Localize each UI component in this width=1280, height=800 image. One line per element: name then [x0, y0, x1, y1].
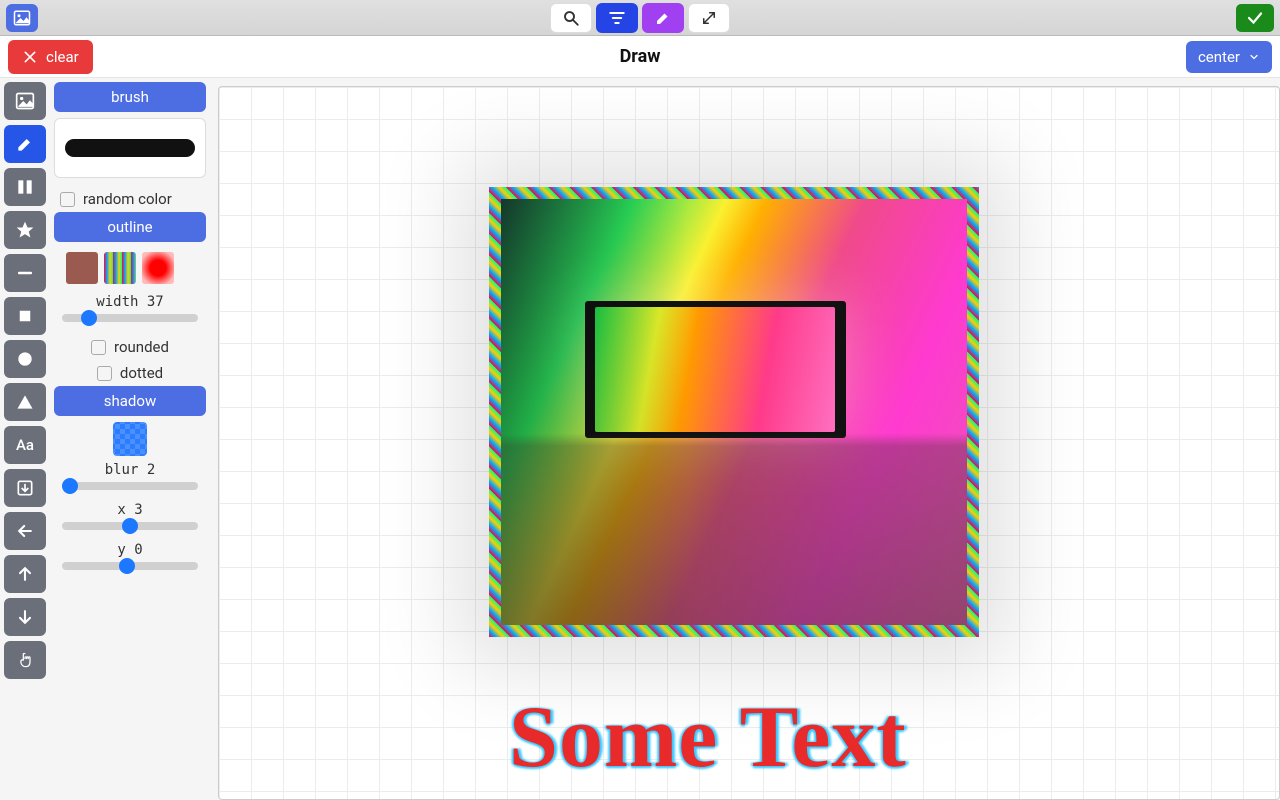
outline-pattern-swatch[interactable]: [104, 252, 136, 284]
checkbox-icon: [91, 340, 106, 355]
outline-swatch-row: [54, 248, 206, 288]
triangle-icon: [15, 392, 35, 412]
logo-button[interactable]: [6, 4, 38, 32]
side-panel: brush random color outline width 37 roun…: [50, 78, 210, 800]
brush-preview[interactable]: [54, 118, 206, 178]
secondary-bar: clear Draw center: [0, 36, 1280, 78]
pointer-icon: [15, 650, 35, 670]
download-tool[interactable]: [4, 469, 46, 507]
main-area: Aa brush random color outline width 37 r…: [0, 78, 1280, 800]
search-button[interactable]: [550, 3, 592, 33]
tv-graphic: [585, 301, 846, 437]
expand-icon: [700, 9, 718, 27]
filter-icon: [607, 8, 627, 28]
outline-color-swatch[interactable]: [66, 252, 98, 284]
download-icon: [15, 478, 35, 498]
align-dropdown[interactable]: center: [1186, 41, 1272, 73]
down-tool[interactable]: [4, 598, 46, 636]
shadow-header: shadow: [54, 386, 206, 416]
x-label: x 3: [54, 502, 206, 518]
expand-button[interactable]: [688, 3, 730, 33]
slider-thumb[interactable]: [81, 310, 97, 326]
tool-rail: Aa: [0, 78, 50, 800]
minus-icon: [15, 263, 35, 283]
close-icon: [22, 49, 38, 65]
back-tool[interactable]: [4, 512, 46, 550]
draw-mode-button[interactable]: [642, 3, 684, 33]
arrow-up-icon: [15, 564, 35, 584]
align-dropdown-label: center: [1198, 48, 1240, 66]
blur-slider[interactable]: [62, 482, 198, 490]
slider-thumb[interactable]: [62, 478, 78, 494]
arrow-down-icon: [15, 607, 35, 627]
check-icon: [1245, 9, 1265, 27]
x-slider[interactable]: [62, 522, 198, 530]
random-color-label: random color: [83, 190, 172, 208]
confirm-button[interactable]: [1236, 4, 1274, 32]
topbar-center-controls: [550, 3, 730, 33]
dotted-checkbox[interactable]: dotted: [54, 360, 206, 386]
checkbox-icon: [97, 366, 112, 381]
checkbox-icon: [60, 192, 75, 207]
shadow-color-swatch[interactable]: [113, 422, 147, 456]
columns-icon: [15, 177, 35, 197]
picture-icon: [14, 91, 36, 111]
rounded-label: rounded: [114, 338, 169, 356]
canvas-wrapper: Some Text: [210, 78, 1280, 800]
width-label: width 37: [54, 294, 206, 310]
columns-tool[interactable]: [4, 168, 46, 206]
width-slider[interactable]: [62, 314, 198, 322]
slider-thumb[interactable]: [119, 558, 135, 574]
square-icon: [16, 307, 34, 325]
page-title: Draw: [620, 46, 661, 67]
image-tool[interactable]: [4, 82, 46, 120]
outline-header: outline: [54, 212, 206, 242]
pointer-tool[interactable]: [4, 641, 46, 679]
rounded-checkbox[interactable]: rounded: [54, 334, 206, 360]
arrow-left-icon: [15, 521, 35, 541]
clear-button[interactable]: clear: [8, 40, 93, 74]
slider-thumb[interactable]: [122, 518, 138, 534]
search-icon: [562, 9, 580, 27]
circle-tool[interactable]: [4, 340, 46, 378]
canvas-text[interactable]: Some Text: [509, 687, 907, 788]
top-bar: [0, 0, 1280, 36]
square-tool[interactable]: [4, 297, 46, 335]
canvas[interactable]: Some Text: [218, 86, 1280, 800]
brush-icon: [15, 134, 35, 154]
draw-tool[interactable]: [4, 125, 46, 163]
clear-label: clear: [46, 48, 79, 66]
y-slider[interactable]: [62, 562, 198, 570]
circle-icon: [15, 349, 35, 369]
brush-stroke: [65, 139, 195, 157]
brush-icon: [654, 9, 672, 27]
line-tool[interactable]: [4, 254, 46, 292]
chevron-down-icon: [1248, 51, 1260, 63]
star-icon: [15, 220, 35, 240]
random-color-checkbox[interactable]: random color: [54, 186, 206, 212]
dotted-label: dotted: [120, 364, 163, 382]
triangle-tool[interactable]: [4, 383, 46, 421]
y-label: y 0: [54, 542, 206, 558]
canvas-image[interactable]: [489, 187, 979, 637]
image-content: [501, 199, 967, 625]
filter-button[interactable]: [596, 3, 638, 33]
text-icon: Aa: [16, 436, 34, 454]
picture-icon: [12, 9, 32, 27]
text-tool[interactable]: Aa: [4, 426, 46, 464]
star-tool[interactable]: [4, 211, 46, 249]
up-tool[interactable]: [4, 555, 46, 593]
outline-gradient-swatch[interactable]: [142, 252, 174, 284]
blur-label: blur 2: [54, 462, 206, 478]
brush-header: brush: [54, 82, 206, 112]
